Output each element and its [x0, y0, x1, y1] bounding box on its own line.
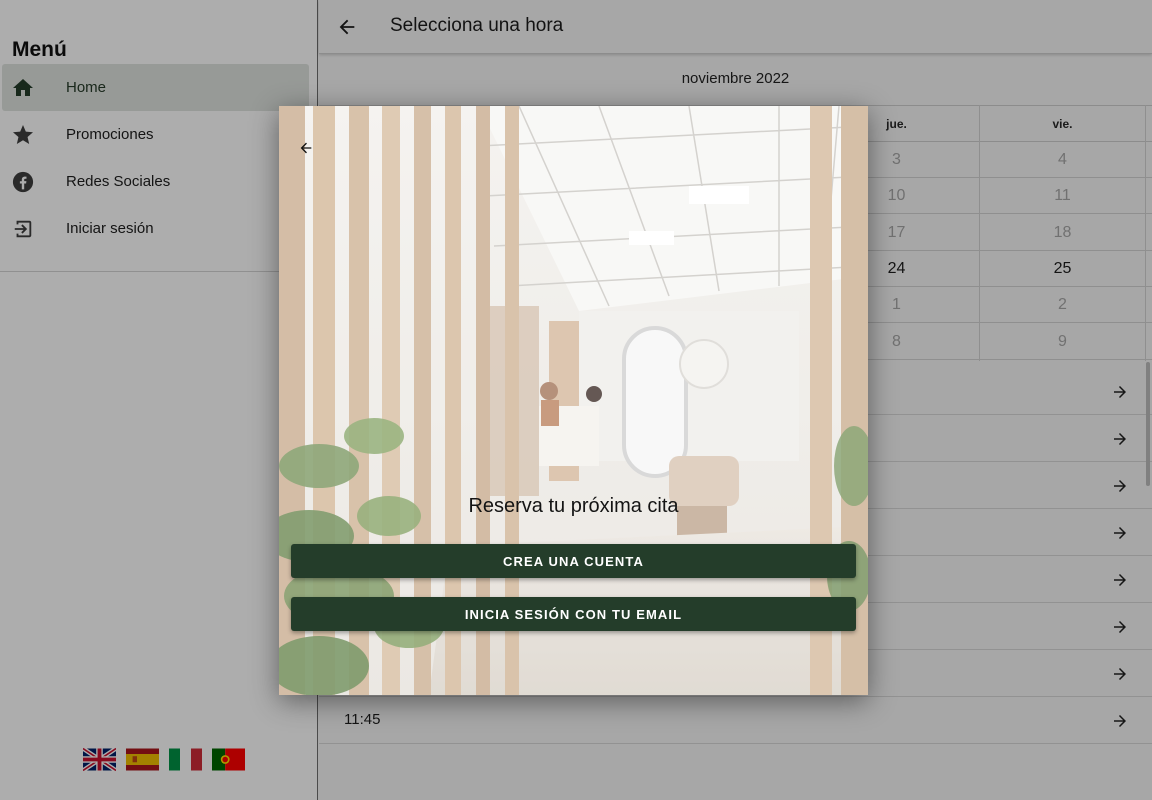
arrow-back-icon[interactable] — [295, 137, 317, 159]
booking-dialog: Reserva tu próxima cita CREA UNA CUENTA … — [279, 106, 868, 695]
email-login-button[interactable]: INICIA SESIÓN CON TU EMAIL — [291, 597, 856, 631]
dialog-title: Reserva tu próxima cita — [468, 495, 679, 517]
create-account-button[interactable]: CREA UNA CUENTA — [291, 544, 856, 578]
